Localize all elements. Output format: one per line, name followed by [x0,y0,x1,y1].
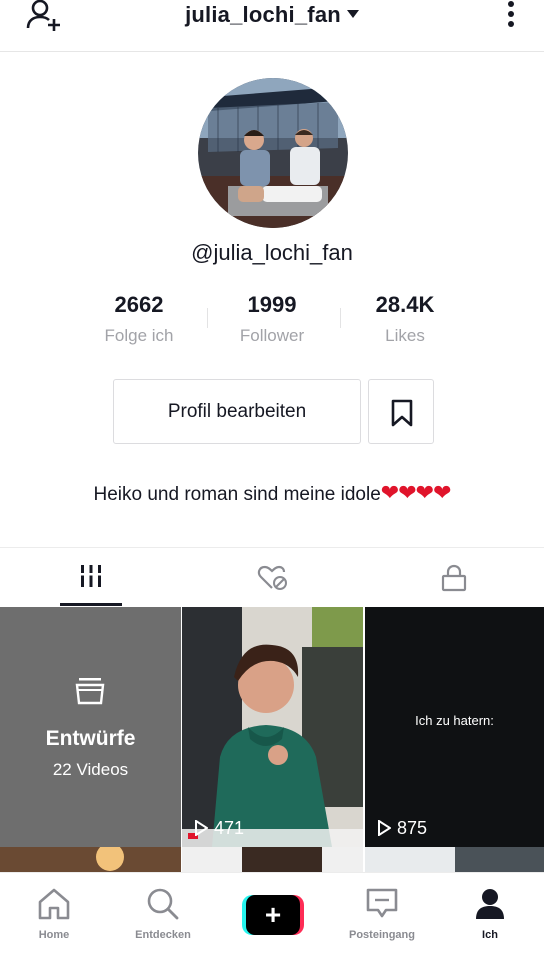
lock-icon [441,564,466,592]
bottom-navigation: Home Entdecken + Posteingang Ich [0,872,544,960]
bookmark-icon [391,399,413,427]
tab-liked[interactable] [181,548,362,606]
stat-label: Folge ich [104,326,174,345]
stat-following[interactable]: 2662 Folge ich [74,292,204,346]
page-title: julia_lochi_fan [185,2,341,27]
username: @julia_lochi_fan [191,240,353,265]
play-icon [378,819,392,837]
video-thumbnail-image [365,847,544,872]
stat-value: 1999 [247,292,297,317]
nav-label: Ich [482,929,498,941]
nav-me[interactable]: Ich [436,873,544,960]
inbox-icon [366,888,398,918]
liked-hidden-icon [257,565,287,590]
play-icon [195,819,209,837]
video-thumbnail[interactable]: Ich zu hatern: 875 [365,607,544,847]
home-icon [38,888,70,920]
video-thumbnail-image [182,847,363,872]
view-count-value: 875 [397,818,428,838]
video-thumbnail[interactable] [365,847,544,872]
stat-followers[interactable]: 1999 Follower [207,292,337,346]
active-tab-indicator [60,603,122,606]
tab-videos[interactable] [0,548,181,606]
bio-hearts: ❤❤❤❤ [380,480,452,505]
nav-inbox[interactable]: Posteingang [328,873,436,960]
video-thumbnail[interactable] [0,847,181,872]
chevron-down-icon [346,10,359,18]
stat-likes[interactable]: 28.4K Likes [340,292,470,346]
video-grid: Entwürfe 22 Videos 471 Ich zu hatern: 87… [0,607,544,872]
video-thumbnail-image [0,847,181,872]
video-caption: Ich zu hatern: [415,713,494,728]
nav-discover[interactable]: Entdecken [109,873,217,960]
stat-label: Follower [239,326,305,345]
avatar[interactable] [198,78,348,228]
bio: Heiko und roman sind meine idole❤❤❤❤ [0,480,544,506]
favorites-button[interactable] [368,379,434,444]
view-count-value: 471 [214,818,245,838]
profile-title-dropdown[interactable]: julia_lochi_fan [0,2,544,28]
edit-profile-button[interactable]: Profil bearbeiten [113,379,361,444]
drafts-tile[interactable]: Entwürfe 22 Videos [0,607,181,847]
profile-stats: 2662 Folge ich 1999 Follower 28.4K Likes [74,292,474,352]
nav-label: Posteingang [348,929,415,941]
nav-label: Home [38,929,70,941]
top-bar: julia_lochi_fan [0,0,544,52]
more-options-icon[interactable] [504,0,518,32]
view-count: 875 [377,818,427,839]
search-icon [147,888,179,920]
grid-icon [78,565,103,587]
stat-label: Likes [385,326,425,345]
nav-label: Entdecken [135,929,191,941]
drafts-title: Entwürfe [45,727,136,750]
plus-icon: + [246,895,300,935]
stat-value: 28.4K [375,292,435,317]
create-button[interactable]: + [242,895,304,935]
drafts-icon [75,678,105,705]
video-thumbnail[interactable] [182,847,363,872]
profile-tabs [0,547,544,606]
bio-text: Heiko und roman sind meine idole [93,484,381,505]
view-count: 471 [194,818,244,839]
stat-value: 2662 [114,292,164,317]
video-thumbnail-image [182,607,363,847]
video-thumbnail[interactable]: 471 [182,607,363,847]
drafts-count: 22 Videos [52,760,129,779]
nav-home[interactable]: Home [0,873,108,960]
tab-private[interactable] [363,548,544,606]
profile-icon [476,889,504,919]
